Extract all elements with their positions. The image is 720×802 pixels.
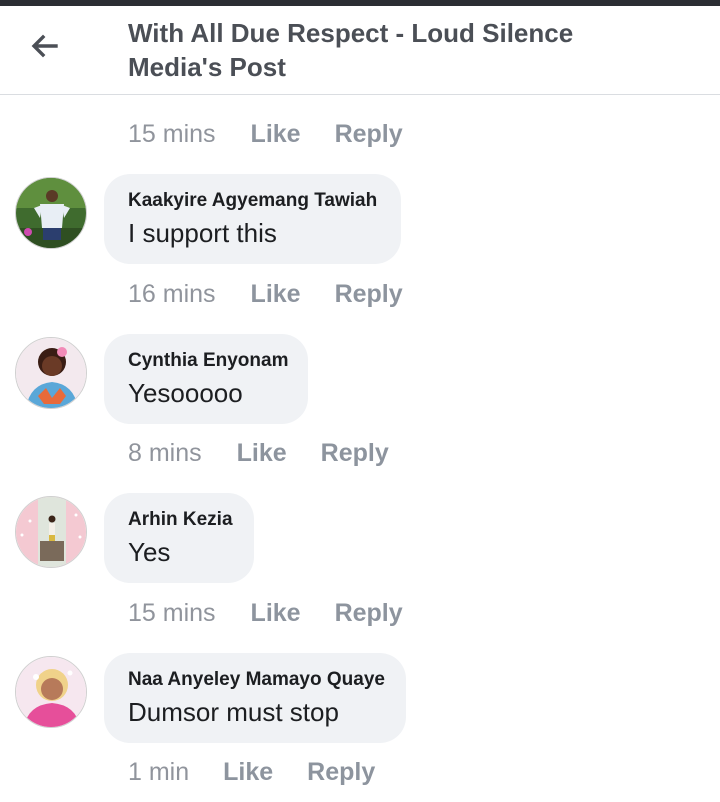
- comment-text: I support this: [128, 218, 277, 248]
- avatar[interactable]: [15, 496, 87, 568]
- like-button[interactable]: Like: [237, 439, 287, 468]
- comment-meta: 16 mins Like Reply: [0, 276, 403, 312]
- comment-item: Cynthia Enyonam Yesooooo: [0, 334, 720, 424]
- comment-text: Dumsor must stop: [128, 697, 339, 727]
- reply-button[interactable]: Reply: [335, 599, 403, 628]
- comment-text: Yes: [128, 537, 171, 567]
- comment-item: Arhin Kezia Yes: [0, 493, 720, 583]
- avatar[interactable]: [15, 656, 87, 728]
- reply-button[interactable]: Reply: [335, 120, 403, 149]
- like-button[interactable]: Like: [251, 280, 301, 309]
- comment-bubble: Cynthia Enyonam Yesooooo: [104, 334, 308, 424]
- comment-item: Kaakyire Agyemang Tawiah I support this: [0, 174, 720, 264]
- page-title: With All Due Respect - Loud Silence Medi…: [128, 18, 574, 82]
- arrow-left-icon: [29, 31, 59, 66]
- like-button[interactable]: Like: [251, 120, 301, 149]
- comment-time: 15 mins: [128, 598, 216, 627]
- comment-author[interactable]: Naa Anyeley Mamayo Quaye: [128, 668, 385, 692]
- avatar[interactable]: [15, 337, 87, 409]
- comment-author[interactable]: Arhin Kezia: [128, 508, 233, 532]
- comment-meta: 15 mins Like Reply: [0, 595, 403, 631]
- comment-author[interactable]: Cynthia Enyonam: [128, 349, 288, 373]
- comment-bubble: Kaakyire Agyemang Tawiah I support this: [104, 174, 401, 264]
- comment-meta: 8 mins Like Reply: [0, 435, 389, 471]
- reply-button[interactable]: Reply: [321, 439, 389, 468]
- comment-time: 8 mins: [128, 438, 202, 467]
- comment-bubble: Naa Anyeley Mamayo Quaye Dumsor must sto…: [104, 653, 406, 743]
- comment-meta: 1 min Like Reply: [0, 754, 375, 790]
- like-button[interactable]: Like: [223, 758, 273, 787]
- comment-item: Naa Anyeley Mamayo Quaye Dumsor must sto…: [0, 653, 720, 743]
- comment-author[interactable]: Kaakyire Agyemang Tawiah: [128, 189, 377, 213]
- comment-time: 15 mins: [128, 119, 216, 148]
- comment-text: Yesooooo: [128, 378, 243, 408]
- like-button[interactable]: Like: [251, 599, 301, 628]
- comment-bubble: Arhin Kezia Yes: [104, 493, 254, 583]
- reply-button[interactable]: Reply: [307, 758, 375, 787]
- comment-meta: 15 mins Like Reply: [0, 116, 403, 152]
- comment-time: 1 min: [128, 757, 190, 786]
- reply-button[interactable]: Reply: [335, 280, 403, 309]
- comment-time: 16 mins: [128, 279, 216, 308]
- avatar[interactable]: [15, 177, 87, 249]
- page-header: With All Due Respect - Loud Silence Medi…: [0, 6, 720, 95]
- back-button[interactable]: [22, 26, 66, 70]
